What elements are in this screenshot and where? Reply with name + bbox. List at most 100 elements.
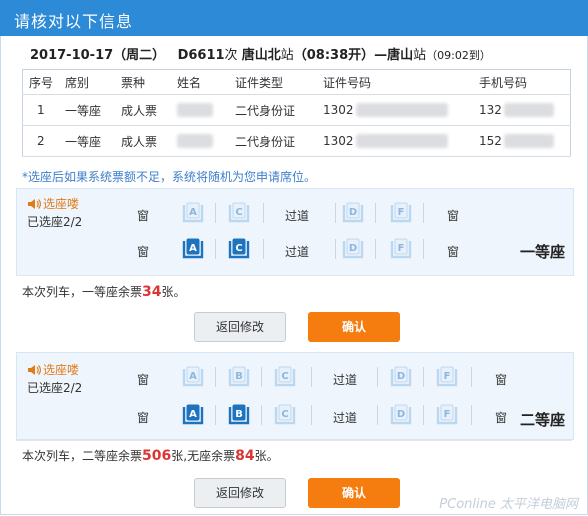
dialog-titlebar: 请核对以下信息 <box>0 0 588 36</box>
aisle-label: 过道 <box>333 373 358 387</box>
seat-A[interactable]: A <box>181 403 205 427</box>
seat-divider <box>375 239 376 259</box>
id-no-text: 1302 <box>323 133 354 148</box>
col-no: 序号 <box>22 69 59 95</box>
window-label: 窗 <box>447 245 460 259</box>
seat-A[interactable]: A <box>181 237 205 261</box>
svg-text:F: F <box>444 409 451 420</box>
row-ticket-type: 成人票 <box>115 94 171 126</box>
seat-divider <box>215 367 216 387</box>
passenger-table: 序号 席别 票种 姓名 证件类型 证件号码 手机号码 1 一等座 成人票 二代身… <box>22 69 571 157</box>
table-header-row: 序号 席别 票种 姓名 证件类型 证件号码 手机号码 <box>22 69 571 95</box>
window-label: 窗 <box>137 209 150 223</box>
aisle-label: 过道 <box>333 411 358 425</box>
seat-D[interactable]: D <box>341 237 365 261</box>
svg-text:D: D <box>397 371 405 382</box>
col-phone: 手机号码 <box>473 69 571 95</box>
seat-divider <box>263 239 264 259</box>
svg-text:A: A <box>189 409 197 420</box>
seat-A[interactable]: A <box>181 365 205 389</box>
first-class-name: 一等座 <box>519 243 565 261</box>
seat-F[interactable]: F <box>435 403 459 427</box>
seat-divider <box>423 203 424 223</box>
from-suffix: 站 <box>280 48 294 63</box>
window-label: 窗 <box>495 411 508 425</box>
second-back-button[interactable]: 返回修改 <box>194 478 286 508</box>
seat-C[interactable]: C <box>273 365 297 389</box>
seat-divider <box>335 203 336 223</box>
seat-B[interactable]: B <box>227 365 251 389</box>
seat-D[interactable]: D <box>389 403 413 427</box>
window-label: 窗 <box>137 411 150 425</box>
first-back-button[interactable]: 返回修改 <box>194 312 286 342</box>
svg-text:A: A <box>189 243 197 254</box>
col-id-type: 证件类型 <box>229 69 317 95</box>
first-seat-row-1: 窗 A C 过道 D F 窗 <box>17 201 573 227</box>
second-class-panel: 选座喽 已选座2/2 窗 A B C 过道 D F 窗 窗 A B C 过道 D F 窗 二等座 <box>16 352 574 440</box>
table-row: 2 一等座 成人票 二代身份证 1302 152 <box>22 125 571 157</box>
window-label: 窗 <box>495 373 508 387</box>
remain-suffix: 张。 <box>254 449 279 463</box>
seat-D[interactable]: D <box>389 365 413 389</box>
second-class-name: 二等座 <box>519 411 565 429</box>
second-confirm-button[interactable]: 确认 <box>308 478 400 508</box>
table-row: 1 一等座 成人票 二代身份证 1302 132 <box>22 94 571 126</box>
travel-date: 2017-10-17（周二） <box>30 48 166 63</box>
row-no: 2 <box>22 125 59 157</box>
row-phone: 132 <box>473 94 571 126</box>
seat-C[interactable]: C <box>227 201 251 225</box>
svg-text:C: C <box>281 409 288 420</box>
dialog-title: 请核对以下信息 <box>14 12 134 31</box>
svg-text:B: B <box>235 371 243 382</box>
remain-prefix: 本次列车，一等座余票 <box>22 285 143 299</box>
seat-B[interactable]: B <box>227 403 251 427</box>
row-name-redacted <box>171 94 229 126</box>
seat-divider <box>263 203 264 223</box>
seat-F[interactable]: F <box>389 237 413 261</box>
col-ticket-type: 票种 <box>115 69 171 95</box>
row-id-type: 二代身份证 <box>229 125 317 157</box>
first-class-panel: 选座喽 已选座2/2 窗 A C 过道 D F 窗 窗 A C 过道 D F 窗 一等座 <box>16 188 574 276</box>
first-confirm-button[interactable]: 确认 <box>308 312 400 342</box>
svg-text:C: C <box>235 207 242 218</box>
svg-text:F: F <box>398 243 405 254</box>
aisle-label: 过道 <box>285 245 310 259</box>
arrow: — <box>374 48 388 63</box>
svg-text:B: B <box>235 409 243 420</box>
window-label: 窗 <box>137 245 150 259</box>
first-remain-count: 34 <box>142 284 162 300</box>
to-station: 唐山 <box>387 48 414 63</box>
seat-A[interactable]: A <box>181 201 205 225</box>
svg-text:A: A <box>189 371 197 382</box>
seat-divider <box>311 367 312 387</box>
seat-note: *选座后如果系统票额不足，系统将随机为您申请席位。 <box>22 170 317 184</box>
window-label: 窗 <box>447 209 460 223</box>
seat-divider <box>215 203 216 223</box>
svg-text:D: D <box>349 207 357 218</box>
seat-C[interactable]: C <box>227 237 251 261</box>
row-seat-class: 一等座 <box>59 125 115 157</box>
svg-text:C: C <box>281 371 288 382</box>
from-station: 唐山北 <box>241 48 281 63</box>
seat-divider <box>423 405 424 425</box>
row-seat-class: 一等座 <box>59 94 115 126</box>
second-seat-row-1: 窗 A B C 过道 D F 窗 <box>17 365 573 391</box>
col-name: 姓名 <box>171 69 229 95</box>
seat-divider <box>423 239 424 259</box>
svg-text:A: A <box>189 207 197 218</box>
seat-F[interactable]: F <box>435 365 459 389</box>
seat-F[interactable]: F <box>389 201 413 225</box>
seat-divider <box>377 367 378 387</box>
train-number-suffix: 次 <box>224 48 238 63</box>
svg-text:D: D <box>397 409 405 420</box>
row-id-no: 1302 <box>317 94 473 126</box>
second-seat-row-2: 窗 A B C 过道 D F 窗 <box>17 403 573 429</box>
seat-divider <box>335 239 336 259</box>
id-no-text: 1302 <box>323 102 354 117</box>
seat-C[interactable]: C <box>273 403 297 427</box>
watermark: PConline 太平洋电脑网 <box>439 497 578 512</box>
window-label: 窗 <box>137 373 150 387</box>
row-no: 1 <box>22 94 59 126</box>
to-suffix: 站 <box>413 48 427 63</box>
seat-D[interactable]: D <box>341 201 365 225</box>
